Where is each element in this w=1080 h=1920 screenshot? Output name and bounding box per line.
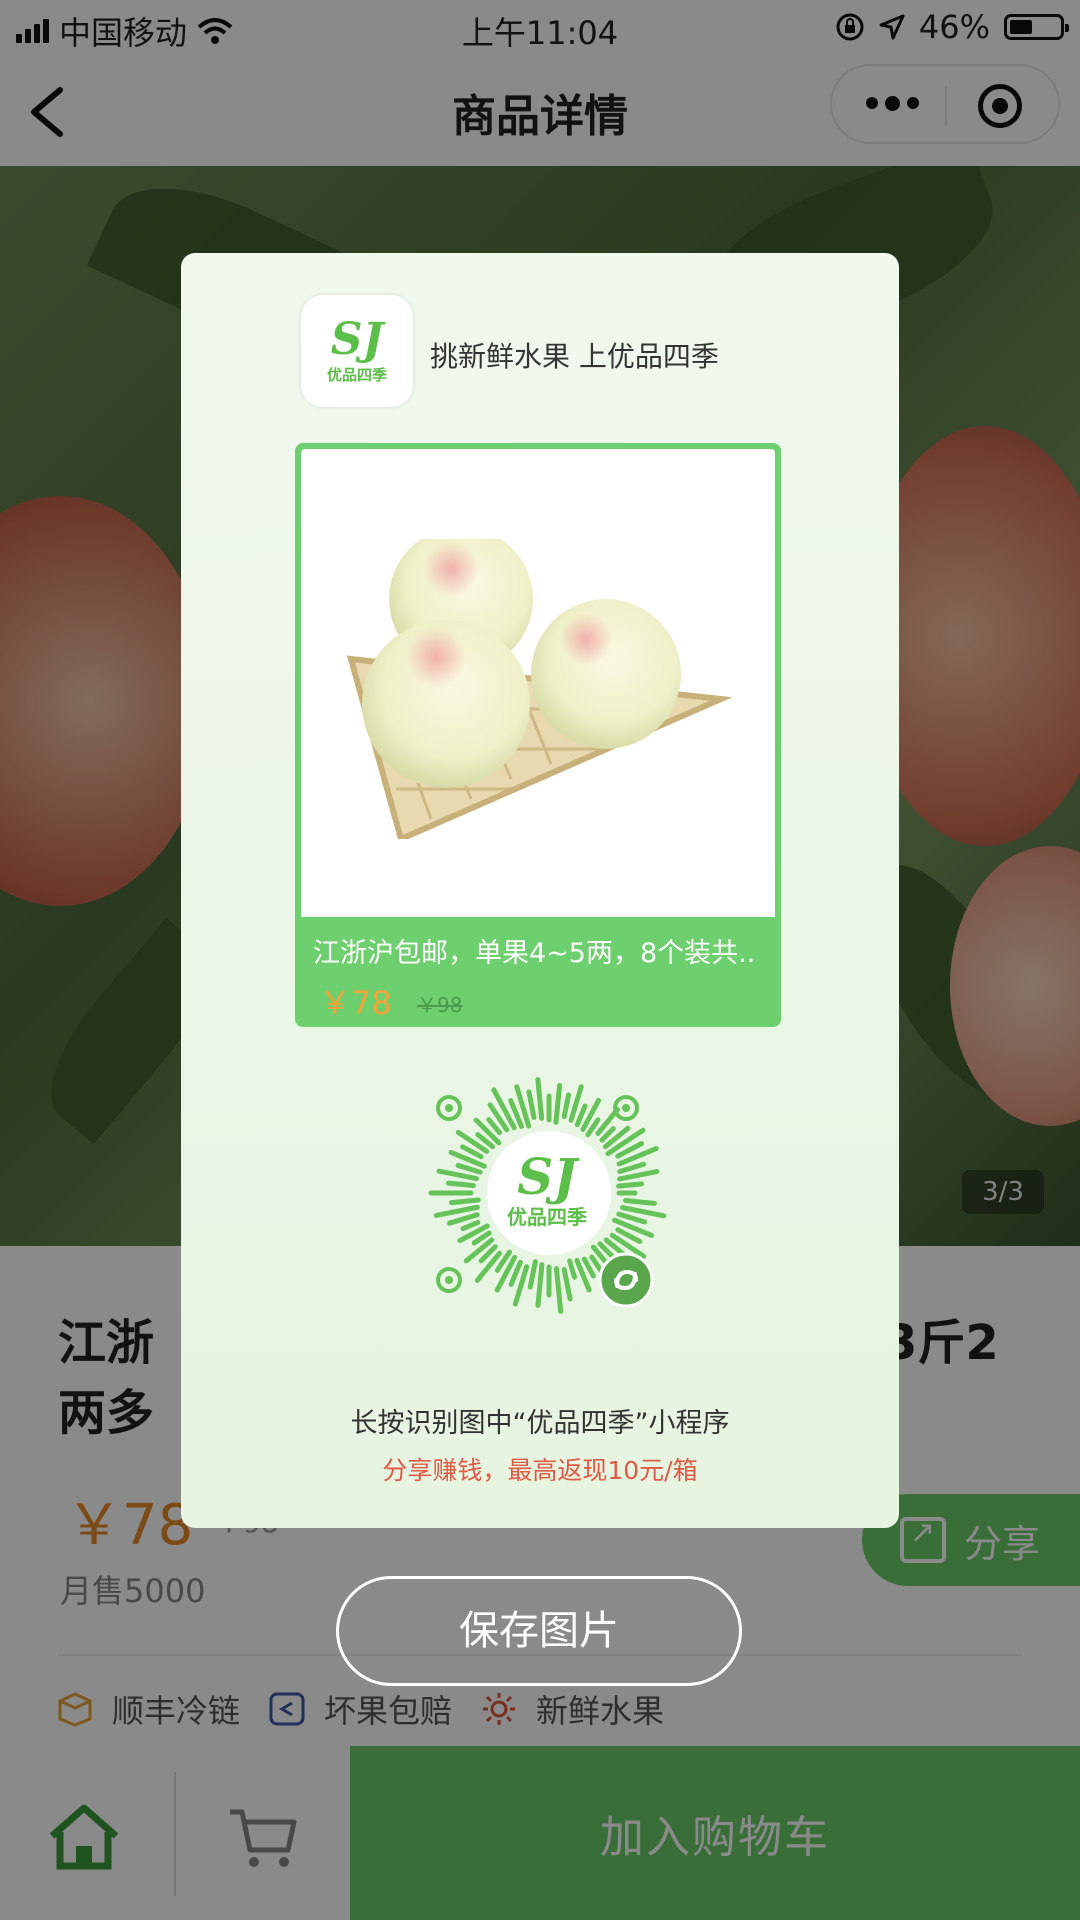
poster-old-price: ￥98 <box>417 993 463 1017</box>
qr-ray <box>561 1267 573 1302</box>
qr-ray <box>574 1103 588 1128</box>
qr-ray <box>474 1250 503 1283</box>
qr-ray <box>617 1161 647 1175</box>
peach-basket-image <box>346 539 733 839</box>
poster-product-card: 江浙沪包邮，单果4~5两，8个装共.. ￥78 ￥98 <box>295 443 781 1027</box>
qr-ray <box>436 1168 479 1182</box>
qr-ray <box>553 1083 563 1125</box>
qr-ray <box>617 1169 660 1182</box>
qr-ray <box>561 1092 572 1119</box>
qr-ray <box>599 1126 616 1143</box>
share-poster: SJ 优品四季 挑新鲜水果 上优品四季 江浙沪包邮，单果4~5两，8个装共.. … <box>181 253 899 1528</box>
poster-product-title: 江浙沪包邮，单果4~5两，8个装共.. <box>313 938 756 969</box>
qr-ray <box>486 1117 503 1136</box>
qr-caption: 长按识别图中“优品四季”小程序 <box>350 1408 730 1439</box>
qr-ray <box>448 1197 481 1206</box>
qr-ray <box>553 1266 564 1314</box>
qr-ray <box>455 1162 483 1175</box>
save-image-button[interactable]: 保存图片 <box>336 1576 742 1686</box>
qr-promo-text: 分享赚钱，最高返现10元/箱 <box>382 1456 698 1485</box>
miniprogram-qr-code[interactable]: SJ 优品四季 <box>414 1058 684 1328</box>
poster-price: ￥78 <box>319 984 392 1022</box>
qr-ray <box>445 1180 476 1189</box>
qr-ray <box>616 1181 645 1189</box>
qr-ray <box>463 1237 495 1264</box>
qr-ray <box>535 1077 545 1121</box>
qr-ray <box>535 1262 545 1308</box>
svg-text:优品四季: 优品四季 <box>507 1205 587 1229</box>
poster-slogan: 挑新鲜水果 上优品四季 <box>430 340 719 373</box>
product-image <box>301 449 775 917</box>
qr-ray <box>526 1089 537 1120</box>
qr-ray <box>460 1219 481 1232</box>
svg-text:SJ: SJ <box>517 1147 580 1206</box>
qr-ray <box>567 1258 578 1280</box>
qr-ray <box>623 1198 657 1206</box>
brand-logo: SJ 优品四季 <box>301 295 413 407</box>
qr-ray <box>527 1259 538 1290</box>
